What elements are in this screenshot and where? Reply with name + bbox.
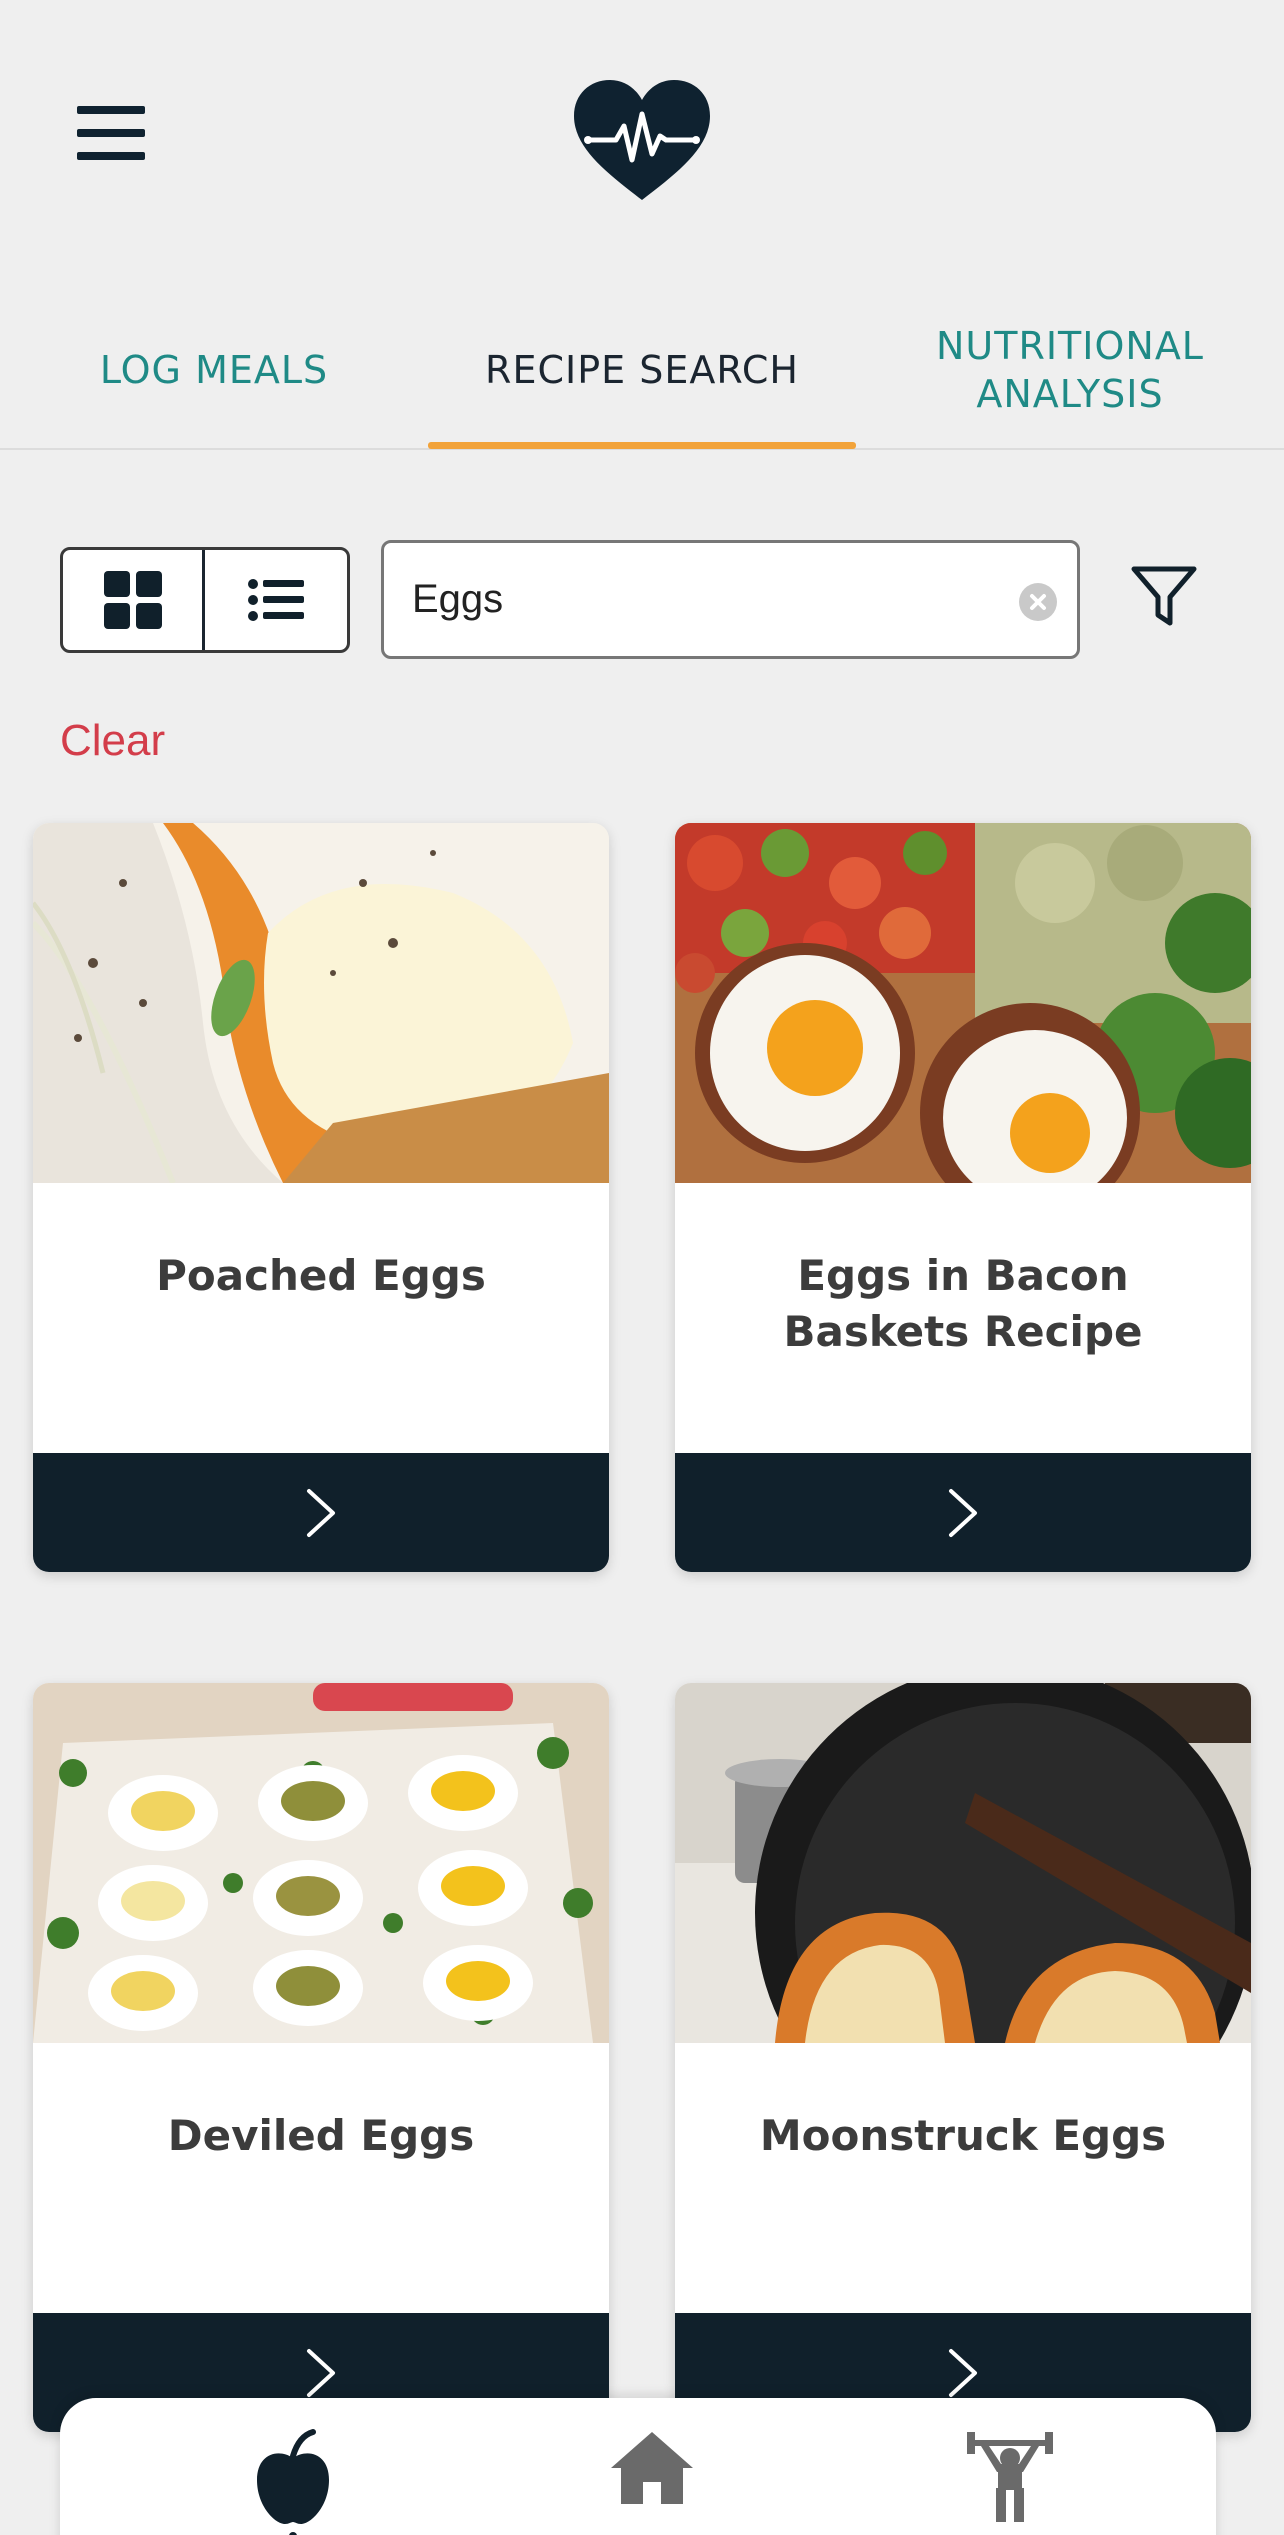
active-tab-indicator xyxy=(428,442,856,449)
home-icon xyxy=(611,2432,693,2504)
recipe-card[interactable]: Deviled Eggs xyxy=(33,1683,609,2432)
recipe-title: Deviled Eggs xyxy=(167,2111,475,2160)
eggs-in-bacon-baskets-photo xyxy=(675,823,1251,1183)
filter-icon xyxy=(1131,566,1197,626)
clear-search-icon[interactable] xyxy=(1019,583,1057,621)
app-header xyxy=(0,0,1284,260)
chevron-right-icon xyxy=(949,2348,977,2397)
apple-icon xyxy=(257,2429,329,2535)
chevron-right-icon xyxy=(307,1488,335,1537)
list-view-button[interactable] xyxy=(205,550,347,650)
search-field xyxy=(381,540,1080,659)
tab-bar: LOG MEALS RECIPE SEARCH NUTRITIONAL ANAL… xyxy=(0,290,1284,450)
tab-nutritional-analysis-label: NUTRITIONAL ANALYSIS xyxy=(936,324,1204,416)
filter-button[interactable] xyxy=(1130,565,1210,635)
poached-eggs-photo xyxy=(33,823,609,1183)
nav-food[interactable] xyxy=(238,2428,348,2535)
moonstruck-eggs-photo xyxy=(675,1683,1251,2043)
recipe-title: Eggs in Bacon Baskets Recipe xyxy=(783,1251,1143,1356)
tab-log-meals[interactable]: LOG MEALS xyxy=(0,290,428,450)
recipe-title: Poached Eggs xyxy=(156,1251,486,1300)
open-recipe-button[interactable] xyxy=(675,1453,1251,1572)
chevron-right-icon xyxy=(949,1488,977,1537)
recipe-card[interactable]: Poached Eggs xyxy=(33,823,609,1572)
search-input[interactable] xyxy=(412,563,972,635)
deviled-eggs-photo xyxy=(33,1683,609,2043)
view-toggle xyxy=(60,547,350,653)
clear-button[interactable]: Clear xyxy=(60,716,165,766)
list-view-icon xyxy=(248,579,304,621)
bottom-nav xyxy=(60,2398,1216,2535)
hamburger-menu-icon[interactable] xyxy=(72,100,152,170)
recipe-card[interactable]: Eggs in Bacon Baskets Recipe xyxy=(675,823,1251,1572)
recipe-title: Moonstruck Eggs xyxy=(759,2111,1167,2160)
grid-view-icon xyxy=(103,571,162,629)
heart-pulse-icon xyxy=(574,80,710,200)
tab-nutritional-analysis[interactable]: NUTRITIONAL ANALYSIS xyxy=(856,290,1284,450)
grid-view-button[interactable] xyxy=(63,550,205,650)
chevron-right-icon xyxy=(307,2348,335,2397)
tab-recipe-search[interactable]: RECIPE SEARCH xyxy=(428,290,856,450)
weightlifter-icon xyxy=(967,2432,1053,2522)
nav-fitness[interactable] xyxy=(955,2428,1065,2528)
nav-home[interactable] xyxy=(597,2428,707,2528)
open-recipe-button[interactable] xyxy=(33,1453,609,1572)
recipe-card[interactable]: Moonstruck Eggs xyxy=(675,1683,1251,2432)
